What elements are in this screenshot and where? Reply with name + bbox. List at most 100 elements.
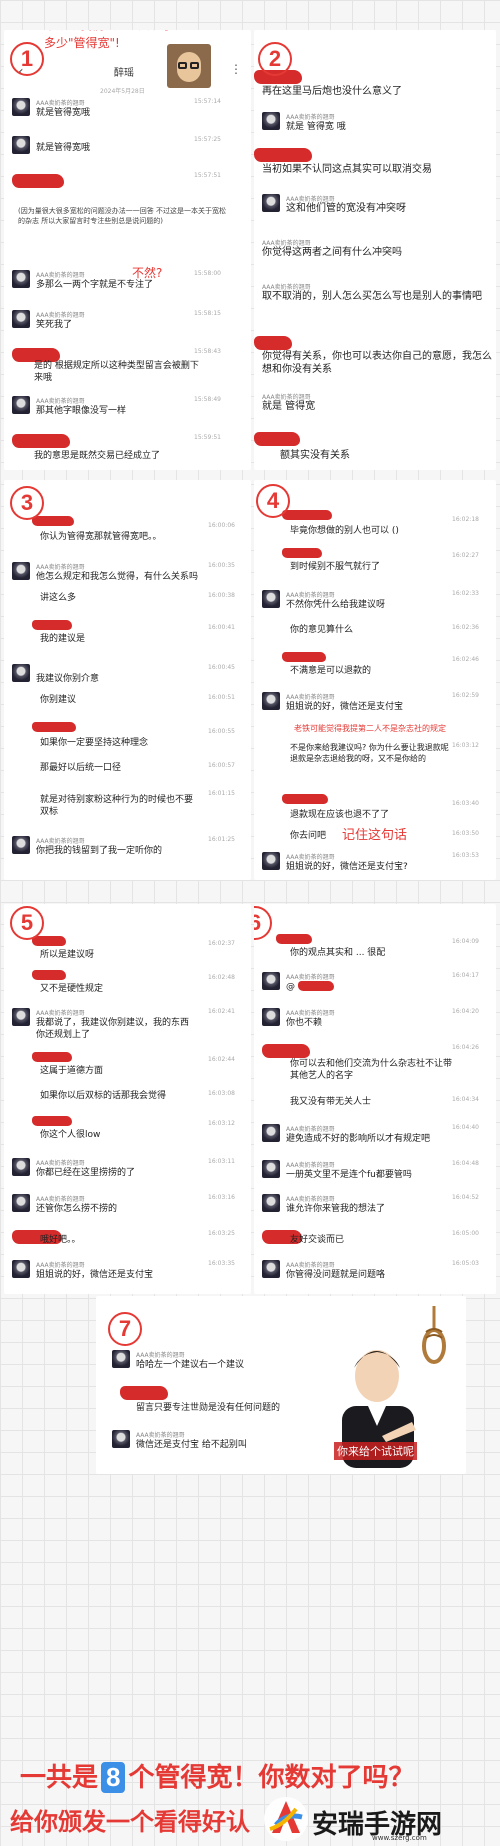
message-text: 我建议你别介意	[36, 674, 100, 684]
sender-name: AAA卖奶茶的翘哥	[286, 196, 335, 203]
user-avatar	[12, 1008, 30, 1026]
redaction-scribble	[12, 174, 64, 188]
message-time: 16:03:40	[452, 800, 479, 807]
sender-name: AAA卖奶茶的翘哥	[136, 1352, 185, 1359]
chat-message: AAA卖奶茶的翘哥 取不取消的，别人怎么买怎么写也是别人的事情吧	[262, 282, 492, 322]
chat-message: 就是管得宽哦 15:57:25	[12, 136, 242, 162]
chat-message: AAA卖奶茶的翘哥 还管你怎么捞不捞的 16:03:16	[12, 1194, 242, 1220]
user-avatar	[12, 1194, 30, 1212]
message-time: 16:01:15	[208, 790, 235, 797]
chat-message: AAA卖奶茶的翘哥 避免造成不好的影响所以才有规定吧 16:04:40	[262, 1124, 492, 1150]
user-avatar	[262, 972, 280, 990]
sender-name: AAA卖奶茶的翘哥	[36, 272, 85, 279]
panel-3: 3 你认为管得宽那就管得宽吧。。 16:00:06 AAA卖奶茶的翘哥 他怎么规…	[4, 480, 251, 880]
message-time: 16:02:36	[452, 624, 479, 631]
chat-message: AAA卖奶茶的翘哥 微信还是支付宝 给不起别叫	[112, 1430, 312, 1456]
chat-message: 我建议你别介意 16:00:45	[12, 664, 242, 690]
message-text: 那其他字眼像没写一样	[36, 406, 127, 416]
footer-line-1: 一共是 8 个管得宽！你数对了吗？	[20, 1757, 415, 1794]
message-time: 16:03:50	[452, 830, 479, 837]
chat-message: AAA卖奶茶的翘哥 姐姐说的好，微信还是支付宝? 16:03:53	[262, 852, 492, 878]
message-text: 如果你以后双标的话那我会觉得	[40, 1091, 167, 1101]
annotation-text: 老铁可能觉得我提第二人不是杂志社的规定	[294, 724, 446, 733]
message-time: 16:02:41	[208, 1008, 235, 1015]
message-time: 16:02:44	[208, 1056, 235, 1063]
user-avatar	[12, 836, 30, 854]
message-time: 16:03:53	[452, 852, 479, 859]
message-time: 15:57:14	[194, 98, 221, 105]
chat-message: AAA卖奶茶的翘哥 那其他字眼像没写一样 15:58:49	[12, 396, 242, 422]
user-avatar	[12, 136, 30, 154]
chat-message: AAA卖奶茶的翘哥 这和他们管的宽没有冲突呀	[262, 194, 492, 220]
message-text: 还管你怎么捞不捞的	[36, 1204, 118, 1214]
user-avatar	[262, 1260, 280, 1278]
message-time: 16:04:26	[452, 1044, 479, 1051]
footer-line-1-a: 一共是	[20, 1762, 99, 1792]
chat-message: 就是对待别家粉这种行为的时候也不要双标 16:01:15	[12, 790, 242, 824]
message-time: 16:02:59	[452, 692, 479, 699]
message-text: 额其实没有关系	[280, 450, 350, 461]
chat-message: AAA卖奶茶的翘哥 @ 16:04:17	[262, 972, 492, 998]
message-time: 16:00:45	[208, 664, 235, 671]
message-time: 16:03:08	[208, 1090, 235, 1097]
message-time: 16:04:20	[452, 1008, 479, 1015]
redaction-scribble	[32, 1116, 72, 1126]
more-options-icon[interactable]: ⋮	[230, 62, 242, 76]
chat-message: 你的观点其实和 ... 很配 16:04:09	[262, 934, 492, 964]
message-text: 当初如果不认同这点其实可以取消交易	[262, 164, 432, 175]
chat-message: 你别建议 16:00:51	[12, 694, 242, 716]
count-badge: 8	[101, 1762, 126, 1793]
message-time: 16:03:16	[208, 1194, 235, 1201]
message-time: 16:04:09	[452, 938, 479, 945]
sender-name: AAA卖奶茶的翘哥	[286, 1196, 335, 1203]
chat-message: AAA卖奶茶的翘哥 你也不赖 16:04:20	[262, 1008, 492, 1034]
chat-message: AAA卖奶茶的翘哥 姐姐说的好，微信还是支付宝 16:03:35	[12, 1260, 242, 1286]
panel-2: 2 再在这里马后炮也没什么意义了 AAA卖奶茶的翘哥 就是 管得宽 哦 当初如果…	[254, 30, 496, 470]
sender-name: AAA卖奶茶的翘哥	[36, 564, 85, 571]
user-avatar	[12, 270, 30, 288]
chat-message: AAA卖奶茶的翘哥 就是 管得宽	[262, 392, 492, 418]
message-text: 笑死我了	[36, 320, 73, 330]
message-text: 又不是硬性规定	[40, 984, 104, 994]
sender-name: AAA卖奶茶的翘哥	[36, 1262, 85, 1269]
message-time: 16:00:06	[208, 522, 235, 529]
message-text: 就是管得宽哦	[36, 108, 91, 118]
chat-avatar-photo	[167, 44, 211, 88]
sender-name: AAA卖奶茶的翘哥	[136, 1432, 185, 1439]
chat-message: 如果你以后双标的话那我会觉得 16:03:08	[12, 1090, 242, 1112]
message-text: 我都说了，我建议你别建议，我的东西你还规划上了	[36, 1018, 190, 1040]
chat-message: 友好交谈而已 16:05:00	[262, 1230, 492, 1252]
panel-number-6: 6	[254, 906, 272, 940]
panel-number-4: 4	[256, 484, 290, 518]
redaction-scribble	[254, 336, 292, 350]
redaction-scribble	[32, 970, 66, 980]
message-text: 你把我的钱留到了我一定听你的	[36, 846, 163, 856]
message-text: 你觉得有关系，你也可以表达你自己的意愿，我怎么想和你没有关系	[262, 351, 492, 375]
sender-name: AAA卖奶茶的翘哥	[286, 854, 335, 861]
message-time: 16:05:00	[452, 1230, 479, 1237]
message-text: 友好交谈而已	[290, 1235, 345, 1245]
chat-message: 我的意思是既然交易已经成立了 15:59:51	[12, 434, 242, 464]
chat-message: 15:57:51	[12, 172, 242, 194]
message-text: 姐姐说的好，微信还是支付宝?	[286, 862, 408, 872]
sender-name: AAA卖奶茶的翘哥	[262, 284, 311, 291]
panel-4: 4 毕竟你想做的别人也可以 () 16:02:18 到时候别不服气就行了 16:…	[254, 480, 496, 880]
chat-message: 你的意见算什么 16:02:36	[262, 624, 492, 644]
panel-6: 6 你的观点其实和 ... 很配 16:04:09 AAA卖奶茶的翘哥 @ 16…	[254, 904, 496, 1294]
meme-caption: 你来给个试试呢	[334, 1442, 417, 1460]
chat-message: 到时候别不服气就行了 16:02:27	[262, 548, 492, 578]
message-text: 我的意思是既然交易已经成立了	[34, 451, 161, 461]
user-avatar	[262, 590, 280, 608]
message-time: 16:00:57	[208, 762, 235, 769]
user-avatar	[12, 1260, 30, 1278]
chat-message: AAA卖奶茶的翘哥 哈哈左一个建议右一个建议	[112, 1350, 312, 1376]
message-text: 毕竟你想做的别人也可以 ()	[290, 526, 399, 536]
message-text: 你可以去和他们交流为什么杂志社不让带其他艺人的名字	[290, 1059, 453, 1081]
message-text: 你这个人很low	[40, 1130, 101, 1140]
message-time: 16:01:25	[208, 836, 235, 843]
message-time: 15:58:49	[194, 396, 221, 403]
annotation-text: 记住这句话	[342, 828, 408, 843]
message-time: 15:59:51	[194, 434, 221, 441]
panel-number-3: 3	[10, 486, 44, 520]
sender-name: AAA卖奶茶的翘哥	[286, 1162, 335, 1169]
